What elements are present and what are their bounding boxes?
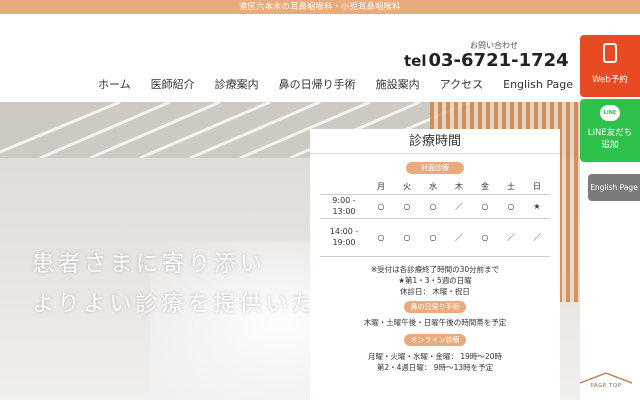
line-add-label: LINE友だち 追加	[580, 127, 640, 151]
time-cell: 9:00 - 13:00	[320, 193, 368, 218]
hero-catch-line1: 患者さまに寄り添い	[32, 252, 267, 277]
phone-number[interactable]: tel 03-6721-1724	[404, 50, 569, 66]
status-cell: ○	[472, 193, 498, 218]
nav-doctor[interactable]: 医師紹介	[141, 76, 205, 92]
header-day: 火	[403, 182, 411, 192]
surgery-note: 木曜・土曜午後・日曜午後の時間帯を予定	[363, 317, 507, 327]
status-cell: ○	[368, 217, 394, 257]
table-row: 9:00 - 13:00 ○ ○ ○ ／ ○ ○ ★	[320, 193, 550, 218]
status-cell: ／	[498, 217, 524, 257]
header-day: 土	[507, 182, 515, 192]
hours-panel: 診療時間 対面診療 月 火 水 木 金 土 日 9:00 - 13:00 ○ ○…	[310, 129, 560, 400]
online-note-weekday: 月曜・火曜・水曜・金曜： 19時〜20時	[368, 351, 502, 361]
nav-home[interactable]: ホーム	[88, 76, 141, 92]
nav-surgery[interactable]: 鼻の日帰り手術	[269, 76, 366, 92]
status-cell: ○	[498, 193, 524, 218]
header-day: 月	[377, 182, 385, 192]
nav-facility[interactable]: 施設案内	[366, 76, 430, 92]
time-end: 19:00	[332, 238, 356, 247]
line-label-2: 追加	[601, 140, 619, 150]
page-top-button[interactable]: PAGE TOP	[578, 371, 634, 393]
badge-in-person: 対面診療	[406, 162, 464, 174]
nav-english[interactable]: English Page	[493, 78, 583, 91]
top-banner: 港区六本木の耳鼻咽喉科・小児耳鼻咽喉科	[0, 0, 640, 14]
line-icon: LINE	[600, 105, 620, 121]
status-cell: ○	[368, 193, 394, 218]
status-cell: ○	[394, 193, 420, 218]
status-cell: ／	[446, 193, 472, 218]
line-label-1: LINE友だち	[587, 128, 633, 138]
line-add-button[interactable]: LINE LINE友だち 追加	[580, 99, 640, 162]
web-reserve-label: Web予約	[592, 75, 628, 85]
badge-online: オンライン診療	[404, 333, 466, 346]
status-cell: ★	[524, 193, 550, 218]
header-day: 木	[455, 182, 463, 192]
contact-block: お問い合わせ tel 03-6721-1724	[404, 40, 576, 66]
sunday-note: ★第1・3・5週の日曜	[398, 275, 472, 285]
reception-note: ※受付は各診療終了時間の30分前まで	[370, 264, 500, 274]
status-cell: ○	[420, 217, 446, 257]
closed-note: 休診日： 木曜・祝日	[400, 286, 470, 296]
status-cell: ／	[524, 217, 550, 257]
page-top-label: PAGE TOP	[590, 383, 622, 389]
status-cell: ○	[472, 217, 498, 257]
time-cell: 14:00 - 19:00	[320, 217, 368, 257]
english-page-button[interactable]: English Page	[588, 174, 640, 201]
smartphone-icon	[603, 43, 617, 63]
schedule-table: 月 火 水 木 金 土 日 9:00 - 13:00 ○ ○ ○ ／ ○ ○ ★…	[320, 180, 550, 257]
badge-surgery: 鼻の日帰り手術	[404, 300, 466, 313]
tel-digits: 03-6721-1724	[428, 50, 569, 66]
header-day: 水	[429, 182, 437, 192]
status-cell: ○	[394, 217, 420, 257]
tel-prefix: tel	[404, 52, 427, 66]
online-note-sunday: 第2・4週日曜： 9時〜13時を予定	[376, 362, 494, 372]
nav-access[interactable]: アクセス	[430, 76, 493, 92]
header-blank	[320, 180, 368, 194]
header-day: 日	[533, 182, 541, 192]
main-nav: ホーム 医師紹介 診療案内 鼻の日帰り手術 施設案内 アクセス English …	[0, 66, 580, 102]
web-reserve-button[interactable]: Web予約	[580, 35, 640, 97]
table-row: 14:00 - 19:00 ○ ○ ○ ／ ○ ／ ／	[320, 217, 550, 257]
status-cell: ○	[420, 193, 446, 218]
hours-title: 診療時間	[310, 129, 560, 154]
header-day: 金	[481, 182, 489, 192]
nav-services[interactable]: 診療案内	[205, 76, 269, 92]
status-cell: ／	[446, 217, 472, 257]
time-start: 14:00 -	[329, 227, 359, 236]
